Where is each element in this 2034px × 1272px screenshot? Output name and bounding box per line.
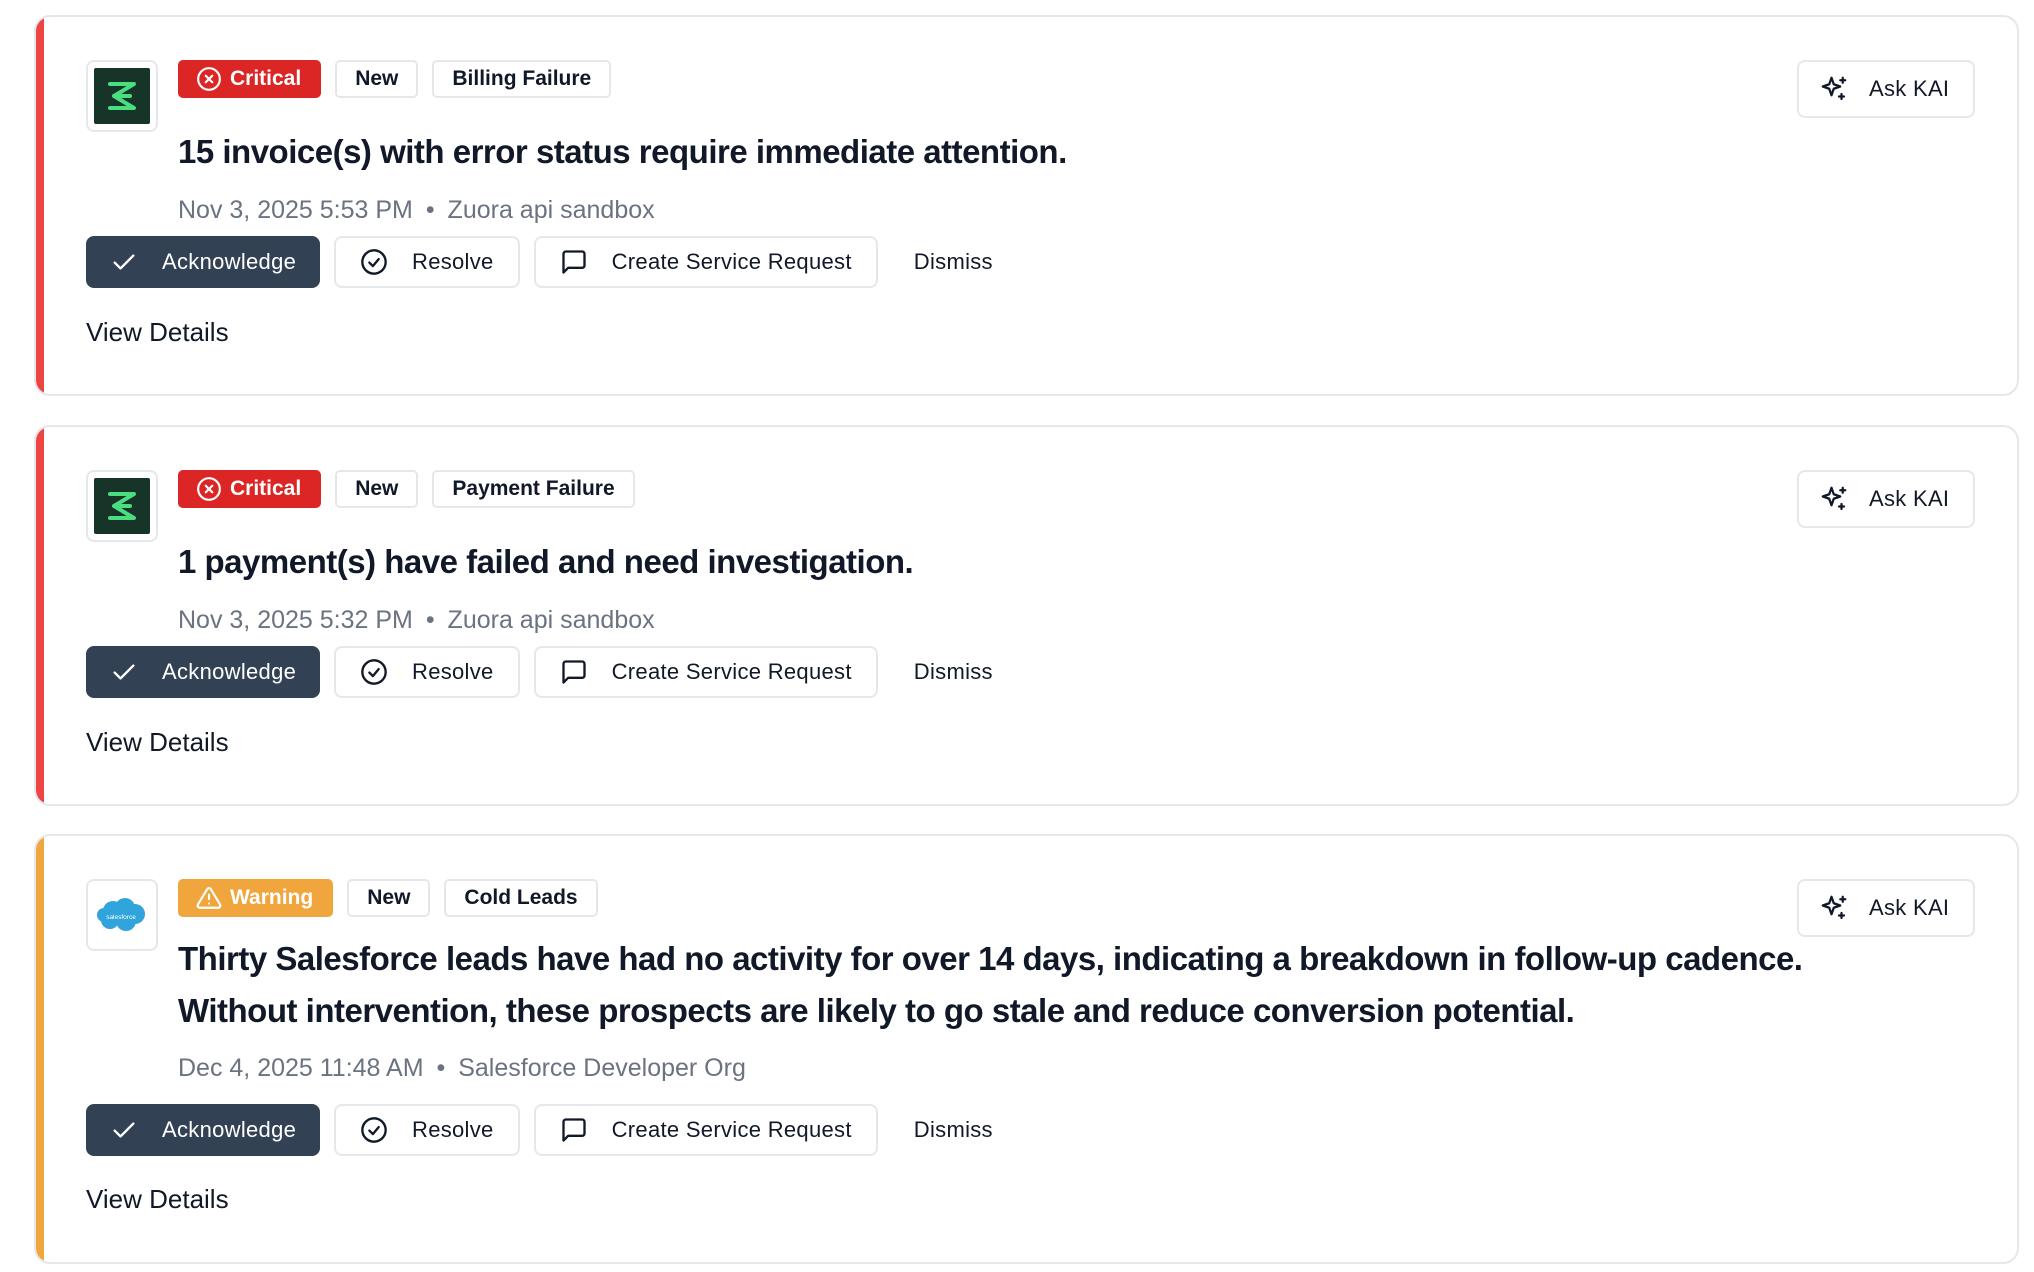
ask-kai-button[interactable]: Ask KAI xyxy=(1797,470,1975,528)
alert-card: salesforce Warning New Cold Leads Thirty… xyxy=(34,834,2019,1264)
severity-accent-bar xyxy=(36,17,44,394)
salesforce-logo-text: salesforce xyxy=(106,914,136,921)
category-badge: Cold Leads xyxy=(444,879,598,917)
alert-source: Zuora api sandbox xyxy=(447,606,655,634)
view-details-link[interactable]: View Details xyxy=(86,727,229,758)
resolve-button[interactable]: Resolve xyxy=(334,646,520,698)
service-request-label: Create Service Request xyxy=(611,249,852,274)
severity-label: Critical xyxy=(230,477,302,500)
dismiss-button[interactable]: Dismiss xyxy=(892,1104,1015,1156)
meta-separator: • xyxy=(425,606,435,634)
message-square-icon xyxy=(560,658,588,686)
meta-separator: • xyxy=(425,196,435,224)
alert-meta: Nov 3, 2025 5:53 PM • Zuora api sandbox xyxy=(178,196,655,225)
resolve-button[interactable]: Resolve xyxy=(334,236,520,288)
salesforce-logo-icon: salesforce xyxy=(97,898,145,931)
alert-actions: Acknowledge Resolve Create Service Reque… xyxy=(86,1104,1015,1156)
view-details-link[interactable]: View Details xyxy=(86,317,229,348)
source-logo xyxy=(86,470,158,542)
severity-label: Warning xyxy=(230,886,314,909)
acknowledge-label: Acknowledge xyxy=(162,659,297,684)
status-badge: New xyxy=(335,470,419,508)
x-circle-icon xyxy=(196,66,222,92)
alert-badges: Critical New Payment Failure xyxy=(178,470,635,508)
message-square-icon xyxy=(560,248,588,276)
check-circle-icon xyxy=(360,658,388,686)
alert-timestamp: Nov 3, 2025 5:32 PM xyxy=(178,606,413,634)
alert-badges: Critical New Billing Failure xyxy=(178,60,612,98)
status-badge: New xyxy=(335,60,419,98)
alert-timestamp: Dec 4, 2025 11:48 AM xyxy=(178,1054,424,1082)
severity-accent-bar xyxy=(36,427,44,804)
alert-title: 1 payment(s) have failed and need invest… xyxy=(178,543,914,580)
alert-title: 15 invoice(s) with error status require … xyxy=(178,133,1067,170)
sparkles-icon xyxy=(1819,74,1849,104)
acknowledge-button[interactable]: Acknowledge xyxy=(86,646,320,698)
alert-meta: Nov 3, 2025 5:32 PM • Zuora api sandbox xyxy=(178,606,655,635)
acknowledge-button[interactable]: Acknowledge xyxy=(86,1104,320,1156)
severity-accent-bar xyxy=(36,836,44,1262)
sparkles-icon xyxy=(1819,893,1849,923)
check-icon xyxy=(110,1116,138,1144)
resolve-button[interactable]: Resolve xyxy=(334,1104,520,1156)
source-logo: salesforce xyxy=(86,879,158,951)
alert-source: Salesforce Developer Org xyxy=(458,1054,746,1082)
ask-kai-label: Ask KAI xyxy=(1869,76,1950,101)
severity-badge: Critical xyxy=(178,470,322,508)
meta-separator: • xyxy=(436,1054,446,1082)
resolve-label: Resolve xyxy=(412,1117,494,1142)
severity-label: Critical xyxy=(230,67,302,90)
service-request-label: Create Service Request xyxy=(611,659,852,684)
zuora-logo-icon xyxy=(94,68,150,124)
alerts-list: Critical New Billing Failure 15 invoice(… xyxy=(0,0,2034,1272)
create-service-request-button[interactable]: Create Service Request xyxy=(533,1104,878,1156)
ask-kai-button[interactable]: Ask KAI xyxy=(1797,60,1975,118)
alert-card: Critical New Payment Failure 1 payment(s… xyxy=(34,425,2019,806)
source-logo xyxy=(86,60,158,132)
severity-badge: Warning xyxy=(178,879,334,917)
alert-title-line: Without intervention, these prospects ar… xyxy=(178,992,1575,1029)
category-badge: Payment Failure xyxy=(432,470,635,508)
message-square-icon xyxy=(560,1116,588,1144)
dismiss-button[interactable]: Dismiss xyxy=(892,236,1015,288)
ask-kai-label: Ask KAI xyxy=(1869,486,1950,511)
sparkles-icon xyxy=(1819,484,1849,514)
acknowledge-label: Acknowledge xyxy=(162,1117,297,1142)
zuora-logo-icon xyxy=(94,478,150,534)
alert-title-line: Thirty Salesforce leads have had no acti… xyxy=(178,940,1803,977)
warning-triangle-icon xyxy=(196,885,222,911)
dismiss-button[interactable]: Dismiss xyxy=(892,646,1015,698)
check-icon xyxy=(110,658,138,686)
resolve-label: Resolve xyxy=(412,659,494,684)
acknowledge-label: Acknowledge xyxy=(162,249,297,274)
check-icon xyxy=(110,248,138,276)
category-badge: Billing Failure xyxy=(432,60,612,98)
alert-actions: Acknowledge Resolve Create Service Reque… xyxy=(86,646,1015,698)
alert-card: Critical New Billing Failure 15 invoice(… xyxy=(34,15,2019,396)
alert-title: Thirty Salesforce leads have had no acti… xyxy=(178,933,1803,1037)
status-badge: New xyxy=(347,879,431,917)
acknowledge-button[interactable]: Acknowledge xyxy=(86,236,320,288)
create-service-request-button[interactable]: Create Service Request xyxy=(533,646,878,698)
severity-badge: Critical xyxy=(178,60,322,98)
x-circle-icon xyxy=(196,476,222,502)
alert-timestamp: Nov 3, 2025 5:53 PM xyxy=(178,196,413,224)
view-details-link[interactable]: View Details xyxy=(86,1184,229,1215)
create-service-request-button[interactable]: Create Service Request xyxy=(533,236,878,288)
check-circle-icon xyxy=(360,248,388,276)
alert-badges: Warning New Cold Leads xyxy=(178,879,598,917)
alert-source: Zuora api sandbox xyxy=(447,196,655,224)
alert-meta: Dec 4, 2025 11:48 AM • Salesforce Develo… xyxy=(178,1054,746,1083)
ask-kai-label: Ask KAI xyxy=(1869,895,1950,920)
resolve-label: Resolve xyxy=(412,249,494,274)
check-circle-icon xyxy=(360,1116,388,1144)
alert-actions: Acknowledge Resolve Create Service Reque… xyxy=(86,236,1015,288)
ask-kai-button[interactable]: Ask KAI xyxy=(1797,879,1975,937)
service-request-label: Create Service Request xyxy=(611,1117,852,1142)
